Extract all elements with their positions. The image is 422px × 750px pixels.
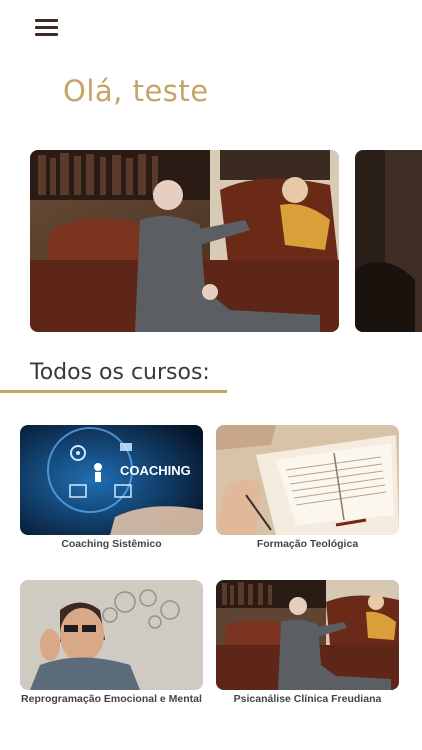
bible-reading-photo xyxy=(216,425,399,535)
greeting-title: Olá, teste xyxy=(63,74,209,108)
course-card-coaching[interactable]: COACHING Coaching Sistêmico xyxy=(20,425,203,551)
dark-office-photo xyxy=(355,150,422,332)
course-title: Coaching Sistêmico xyxy=(61,538,162,550)
section-underline xyxy=(0,390,227,393)
coaching-image-text: COACHING xyxy=(120,463,191,478)
carousel-slide[interactable] xyxy=(355,150,422,332)
featured-carousel[interactable] xyxy=(0,150,422,332)
course-title: Formação Teológica xyxy=(256,538,359,550)
course-card-reprogramacao[interactable]: Reprogramação Emocional e Mental xyxy=(20,580,203,706)
thinking-man-photo xyxy=(20,580,203,690)
menu-button[interactable] xyxy=(35,18,59,36)
course-thumbnail: COACHING xyxy=(20,425,203,535)
psychoanalysis-session-photo xyxy=(216,580,399,690)
course-thumbnail xyxy=(216,425,399,535)
course-card-psicanalise[interactable]: Psicanálise Clínica Freudiana xyxy=(216,580,399,706)
coaching-photo: COACHING xyxy=(20,425,203,535)
course-title: Reprogramação Emocional e Mental xyxy=(21,693,202,705)
course-card-teologia[interactable]: Formação Teológica xyxy=(216,425,399,551)
course-title: Psicanálise Clínica Freudiana xyxy=(233,693,382,705)
psychoanalysis-session-photo xyxy=(30,150,339,332)
course-thumbnail xyxy=(20,580,203,690)
section-title: Todos os cursos: xyxy=(30,360,210,385)
hamburger-menu-icon xyxy=(35,19,58,22)
course-thumbnail xyxy=(216,580,399,690)
carousel-slide[interactable] xyxy=(30,150,339,332)
